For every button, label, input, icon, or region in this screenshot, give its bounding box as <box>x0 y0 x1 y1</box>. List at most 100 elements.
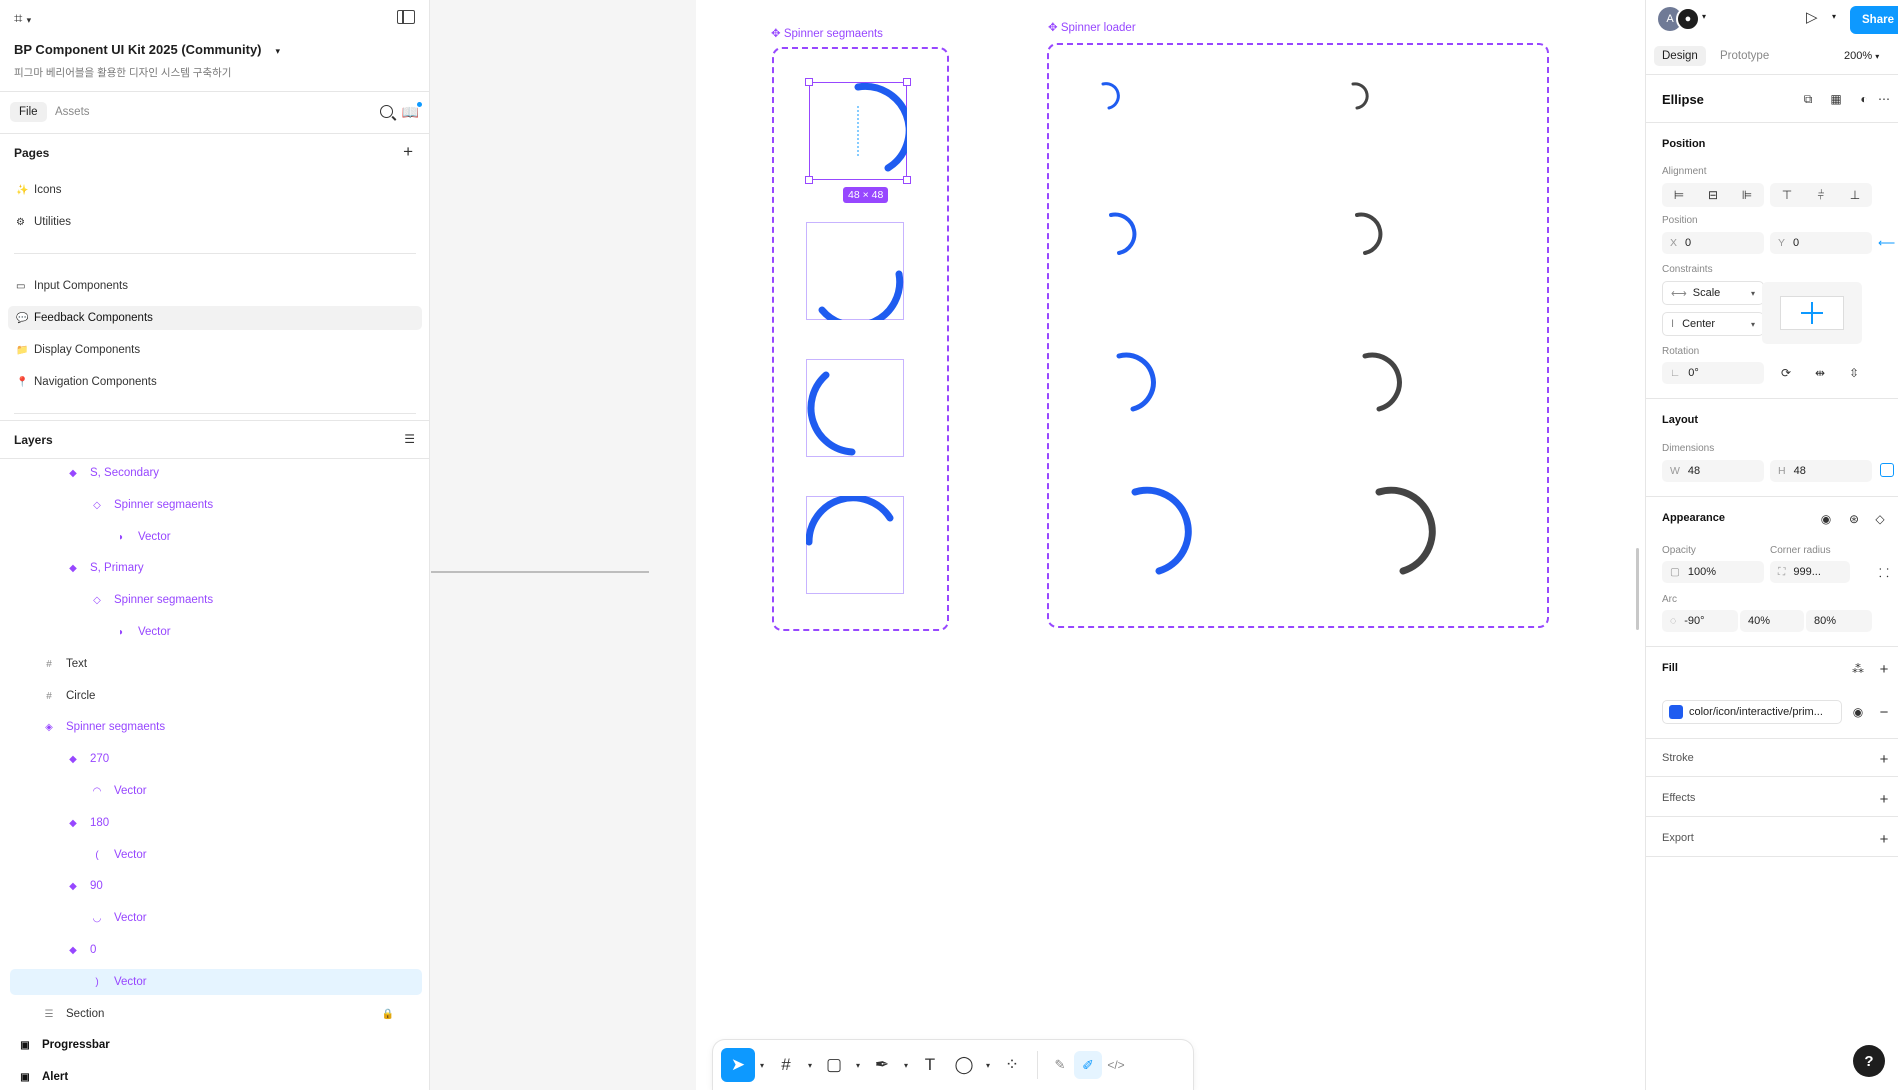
layer-row[interactable]: ◆ 270 <box>10 746 422 772</box>
arc-start-input[interactable]: ◌ -90° <box>1662 610 1738 632</box>
blend-mode-icon[interactable]: ⊛ <box>1842 508 1866 530</box>
comment-tool-icon[interactable]: ◯ <box>947 1048 981 1082</box>
flip-vertical-icon[interactable]: ⇳ <box>1842 362 1866 384</box>
chevron-down-icon[interactable]: ▾ <box>981 1061 995 1070</box>
resize-handle[interactable] <box>805 176 813 184</box>
opacity-input[interactable]: ▢ 100% <box>1662 561 1764 583</box>
y-input[interactable]: Y0 <box>1770 232 1872 254</box>
fill-color-swatch[interactable] <box>1669 705 1683 719</box>
page-item-input-components[interactable]: ▭ Input Components <box>8 274 422 298</box>
chevron-down-icon[interactable]: ▾ <box>1702 12 1706 21</box>
zoom-level[interactable]: 200% ▾ <box>1844 50 1879 62</box>
tab-file[interactable]: File <box>10 102 47 122</box>
arc-sweep-input[interactable]: 40% <box>1740 610 1804 632</box>
layer-row[interactable]: ◇ Spinner segmaents <box>10 587 422 613</box>
x-input[interactable]: X0 <box>1662 232 1764 254</box>
pen-tool-icon[interactable]: ✒ <box>865 1048 899 1082</box>
page-item-icons[interactable]: ✨ Icons <box>8 178 422 202</box>
actions-tool-icon[interactable]: ⁘ <box>995 1048 1029 1082</box>
add-fill-icon[interactable]: + <box>1872 658 1896 680</box>
share-button[interactable]: Share <box>1850 6 1898 34</box>
layer-row[interactable]: ◆ S, Primary <box>10 555 422 581</box>
segment-180-box[interactable] <box>806 359 904 457</box>
tab-design[interactable]: Design <box>1654 46 1706 66</box>
corner-radius-input[interactable]: ⛶ 999... <box>1770 561 1850 583</box>
align-top-icon[interactable]: ⊤ <box>1774 188 1800 202</box>
height-input[interactable]: H 48 <box>1770 460 1872 482</box>
layer-row[interactable]: ◆ S, Secondary <box>10 460 422 486</box>
tab-prototype[interactable]: Prototype <box>1712 46 1777 66</box>
layer-row[interactable]: # Circle <box>10 683 422 709</box>
independent-corners-icon[interactable]: ⸬ <box>1872 561 1896 583</box>
layer-row[interactable]: ▣ Progressbar <box>10 1032 422 1058</box>
chevron-down-icon[interactable]: ▾ <box>803 1061 817 1070</box>
canvas[interactable]: ✥ Spinner segmaents 48 × 48 ✥ Spinner lo… <box>431 0 1645 1090</box>
layer-row[interactable]: ) Vector <box>10 969 422 995</box>
page-item-feedback-components[interactable]: 💬 Feedback Components <box>8 306 422 330</box>
dev-mode-icon[interactable]: </> <box>1102 1051 1130 1079</box>
constraint-widget[interactable] <box>1762 282 1862 344</box>
align-left-icon[interactable]: ⊨ <box>1666 188 1692 202</box>
rectangle-tool-icon[interactable]: ▢ <box>817 1048 851 1082</box>
layer-row[interactable]: ◆ 180 <box>10 810 422 836</box>
search-icon[interactable] <box>380 105 393 118</box>
canvas-scrollbar[interactable] <box>1636 548 1639 630</box>
arc-ratio-input[interactable]: 80% <box>1806 610 1872 632</box>
file-name-button[interactable]: BP Component UI Kit 2025 (Community) ▾ <box>14 42 280 57</box>
align-bottom-icon[interactable]: ⊥ <box>1842 188 1868 202</box>
align-center-h-icon[interactable]: ⊟ <box>1700 188 1726 202</box>
layer-row[interactable]: ◆ 0 <box>10 937 422 963</box>
segment-90-box[interactable] <box>806 222 904 320</box>
component-icon[interactable]: ⧉ <box>1796 88 1820 110</box>
add-stroke-icon[interactable]: + <box>1872 748 1896 770</box>
constraint-vertical-select[interactable]: I Center ▾ <box>1662 312 1764 336</box>
layer-row[interactable]: ☰ Section 🔒 <box>10 1001 422 1027</box>
more-icon[interactable]: ⋯ <box>1872 88 1896 110</box>
toggle-sidebar-icon[interactable] <box>397 10 415 24</box>
resize-handle[interactable] <box>805 78 813 86</box>
page-item-utilities[interactable]: ⚙ Utilities <box>8 210 422 234</box>
segment-0-box[interactable] <box>805 78 911 184</box>
page-item-display-components[interactable]: 📁 Display Components <box>8 338 422 362</box>
collapse-layers-icon[interactable]: ☰ <box>404 432 415 446</box>
draw-mode-icon[interactable]: ✎ <box>1046 1051 1074 1079</box>
layer-row[interactable]: (Vector <box>10 842 422 868</box>
layer-row[interactable]: ◇ Spinner segmaents <box>10 492 422 518</box>
align-middle-v-icon[interactable]: ⫩ <box>1808 188 1834 203</box>
avatar-user-icon[interactable]: ● <box>1676 7 1700 31</box>
layer-row[interactable]: ◡ Vector <box>10 905 422 931</box>
align-right-icon[interactable]: ⊫ <box>1734 188 1760 202</box>
rotate-icon[interactable]: ⟳ <box>1774 362 1798 384</box>
layer-row[interactable]: ◠ Vector <box>10 778 422 804</box>
constrain-proportions-icon[interactable] <box>1880 463 1894 477</box>
flip-horizontal-icon[interactable]: ⇹ <box>1808 362 1832 384</box>
design-mode-icon[interactable]: ✐ <box>1074 1051 1102 1079</box>
resize-handle[interactable] <box>903 176 911 184</box>
present-play-icon[interactable]: ▷ <box>1806 8 1818 26</box>
layer-row[interactable]: ◈ Spinner segmaents <box>10 714 422 740</box>
styles-icon[interactable]: ⁂ <box>1846 658 1870 680</box>
segment-270-box[interactable] <box>806 496 904 594</box>
lock-icon[interactable]: 🔒 <box>382 1009 394 1020</box>
layer-row[interactable]: ◆ 90 <box>10 873 422 899</box>
drop-icon[interactable]: ◇ <box>1868 508 1892 530</box>
rotation-input[interactable]: ∟ 0° <box>1662 362 1764 384</box>
move-tool-icon[interactable]: ➤ <box>721 1048 755 1082</box>
tab-assets[interactable]: Assets <box>46 102 99 122</box>
help-button[interactable]: ? <box>1853 1045 1885 1077</box>
page-item-navigation-components[interactable]: 📍 Navigation Components <box>8 370 422 394</box>
layer-row[interactable]: ▣ Alert <box>10 1064 422 1090</box>
resize-handle[interactable] <box>903 78 911 86</box>
constrain-position-icon[interactable]: ⟵ <box>1878 236 1895 250</box>
layer-row[interactable]: ◗ Vector <box>10 524 422 550</box>
eye-icon[interactable]: ◉ <box>1846 701 1870 723</box>
grid-icon[interactable]: ▦ <box>1824 88 1848 110</box>
figma-menu-button[interactable]: ⌗ ▾ <box>14 10 31 27</box>
layer-row[interactable]: ◗ Vector <box>10 619 422 645</box>
frame-label-spinner-segments[interactable]: ✥ Spinner segmaents <box>771 26 883 40</box>
width-input[interactable]: W 48 <box>1662 460 1764 482</box>
chevron-down-icon[interactable]: ▾ <box>899 1061 913 1070</box>
chevron-down-icon[interactable]: ▾ <box>1832 12 1836 21</box>
eye-icon[interactable]: ◉ <box>1814 508 1838 530</box>
library-icon[interactable]: 📖 <box>402 102 422 121</box>
